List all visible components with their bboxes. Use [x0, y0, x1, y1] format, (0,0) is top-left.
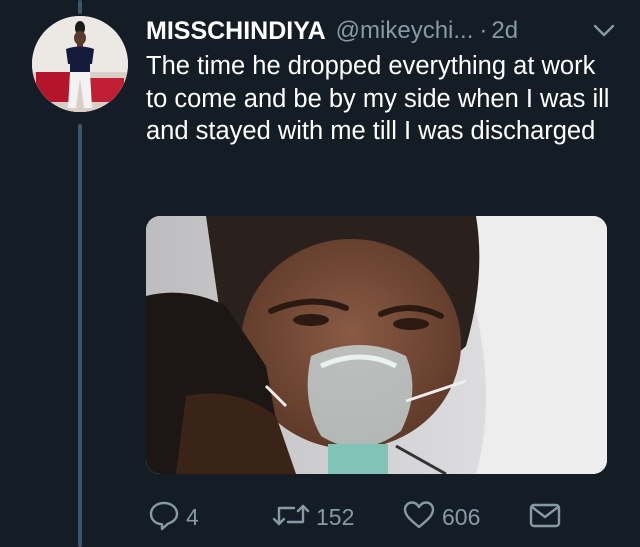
direct-message-icon	[528, 501, 562, 534]
thread-line-top	[78, 0, 82, 14]
retweet-icon	[272, 500, 310, 535]
separator-dot: ·	[479, 17, 488, 44]
user-handle[interactable]: @mikeychi...	[336, 17, 474, 45]
tweet-text: The time he dropped everything at work t…	[146, 52, 610, 145]
tweet-actions: 4 152 606	[146, 497, 616, 537]
reply-count: 4	[186, 503, 199, 530]
retweet-count: 152	[316, 503, 355, 530]
display-name[interactable]: MISSCHINDIYA	[146, 17, 326, 46]
retweet-button[interactable]: 152	[272, 497, 354, 537]
photo-image	[146, 216, 607, 474]
like-button[interactable]: 606	[402, 497, 480, 537]
reply-icon	[148, 499, 180, 536]
tweet-photo[interactable]	[146, 216, 607, 474]
reply-button[interactable]: 4	[148, 497, 199, 537]
chevron-down-icon[interactable]	[592, 22, 616, 40]
heart-icon	[402, 499, 436, 536]
avatar[interactable]	[32, 16, 128, 112]
tweet-header: MISSCHINDIYA @mikeychi... · 2d	[146, 14, 616, 48]
direct-message-button[interactable]	[528, 497, 562, 537]
tweet[interactable]: MISSCHINDIYA @mikeychi... · 2d The time …	[0, 0, 640, 547]
like-count: 606	[442, 503, 481, 530]
avatar-image	[32, 16, 128, 112]
thread-line	[78, 124, 82, 547]
timestamp[interactable]: 2d	[491, 17, 518, 45]
